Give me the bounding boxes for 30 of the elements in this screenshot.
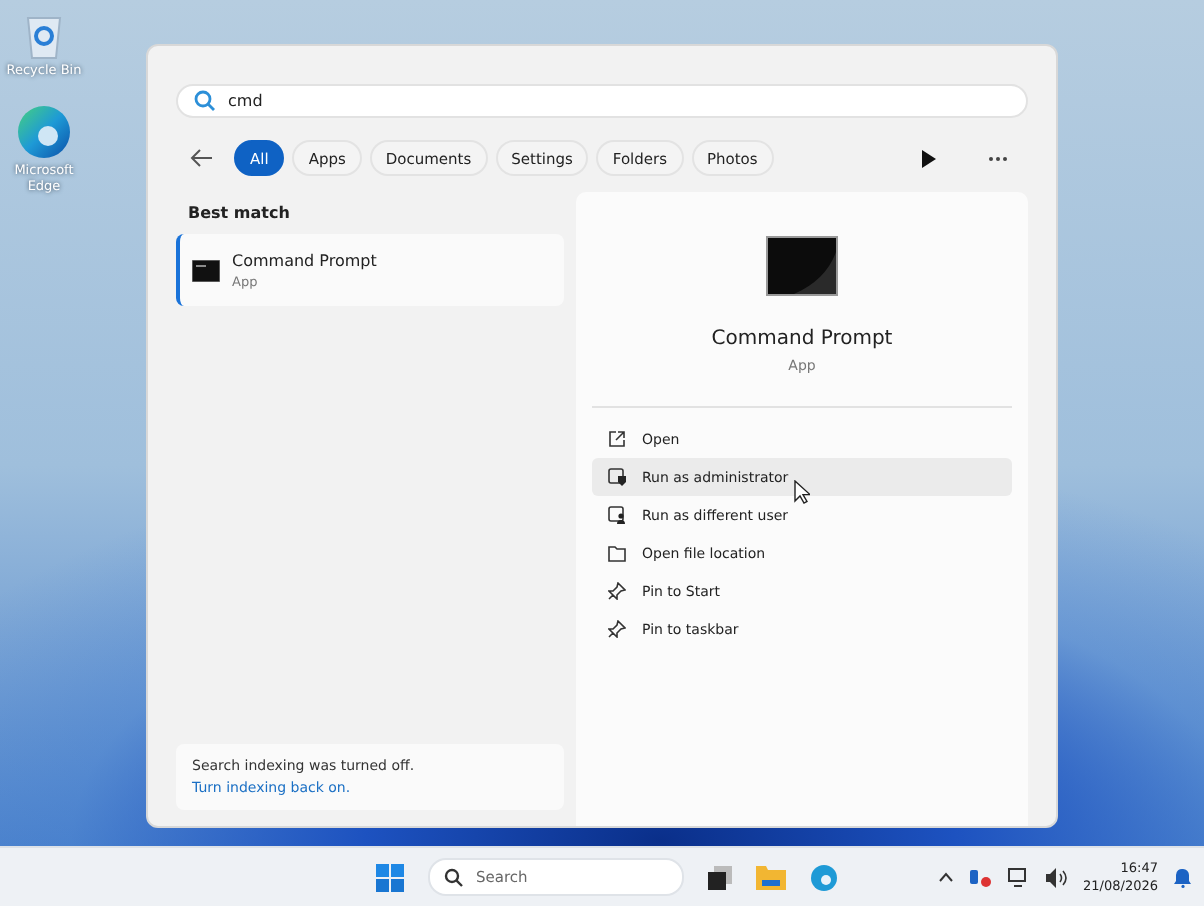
section-heading: Best match <box>188 204 292 222</box>
play-icon[interactable] <box>922 149 936 167</box>
start-icon[interactable] <box>376 863 404 891</box>
search-field[interactable]: cmd <box>176 84 1028 118</box>
pin-icon <box>608 582 626 600</box>
folder-icon <box>608 545 626 561</box>
volume-icon[interactable] <box>1045 867 1068 887</box>
terminal-icon <box>192 259 220 281</box>
pin-icon <box>608 620 626 638</box>
task-view-icon[interactable] <box>708 865 732 889</box>
bell-icon[interactable] <box>1174 867 1192 887</box>
search-icon <box>194 90 216 112</box>
shield-window-icon <box>608 468 626 486</box>
tray-app-icon[interactable] <box>969 867 992 887</box>
back-arrow-icon[interactable] <box>190 148 214 168</box>
search-icon <box>444 867 464 887</box>
folder-icon[interactable] <box>756 864 786 890</box>
chevron-up-icon[interactable] <box>937 872 954 882</box>
user-window-icon <box>608 506 626 524</box>
browser-icon[interactable] <box>810 863 838 891</box>
recycle-bin-icon[interactable] <box>22 12 66 60</box>
result-title: Command Prompt <box>232 251 377 269</box>
more-icon[interactable] <box>988 155 1008 161</box>
search-query: cmd <box>228 92 263 110</box>
network-icon[interactable] <box>1007 867 1030 887</box>
mouse-pointer-icon <box>794 480 810 504</box>
app-title: Command Prompt <box>711 328 893 350</box>
terminal-icon <box>766 236 838 296</box>
external-link-icon <box>608 430 626 448</box>
browser-icon[interactable] <box>16 103 72 160</box>
